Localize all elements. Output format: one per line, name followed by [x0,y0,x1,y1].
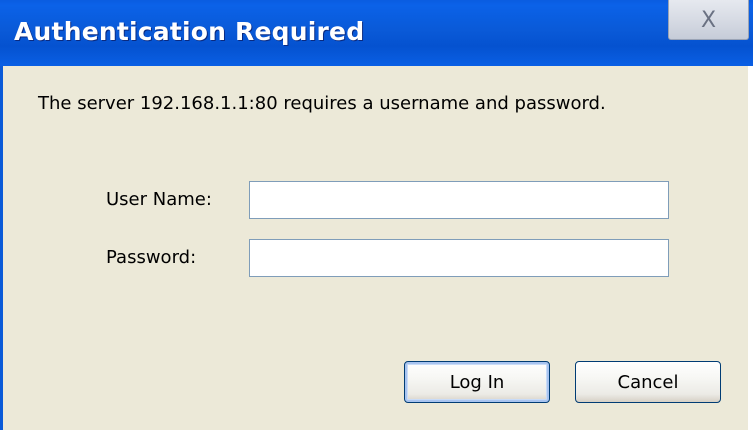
close-button[interactable]: X [668,0,749,40]
dialog-title: Authentication Required [14,17,365,46]
title-bar[interactable]: Authentication Required X [0,0,753,66]
dialog-body: The server 192.168.1.1:80 requires a use… [0,66,748,430]
password-input[interactable] [249,239,669,277]
auth-dialog: Authentication Required X The server 192… [0,0,753,430]
username-label: User Name: [106,189,212,210]
close-icon: X [700,7,717,33]
auth-message: The server 192.168.1.1:80 requires a use… [38,93,606,114]
username-input[interactable] [249,181,669,219]
cancel-button[interactable]: Cancel [575,361,721,403]
window-edge [748,66,753,430]
password-label: Password: [106,247,197,268]
login-button[interactable]: Log In [404,361,550,403]
